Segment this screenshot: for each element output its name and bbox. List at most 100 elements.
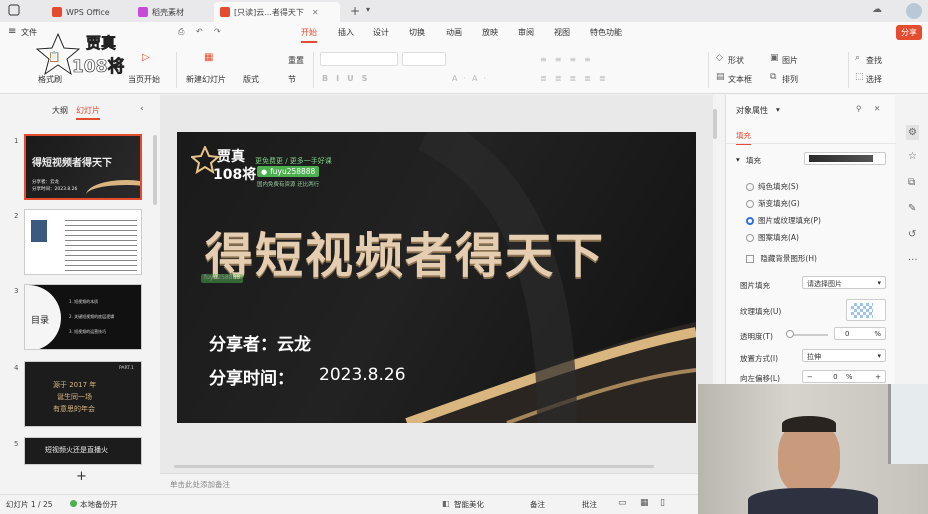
picture-button[interactable]: 图片 bbox=[782, 55, 798, 66]
save-icon[interactable]: ⎙ bbox=[178, 27, 184, 37]
slide-thumbnail-4[interactable]: PART.1 源于 2017 年 诞生同一场 有意思的年会 bbox=[24, 361, 142, 427]
menu-design[interactable]: 设计 bbox=[373, 27, 389, 38]
sorter-view-icon[interactable]: ▦ bbox=[640, 498, 649, 508]
copy-icon[interactable]: ⧉ bbox=[908, 177, 915, 188]
history-icon[interactable]: ↺ bbox=[908, 229, 916, 240]
ribbon-divider bbox=[848, 52, 849, 88]
placement-select[interactable]: 拉伸 ▾ bbox=[802, 349, 886, 362]
tab-slides[interactable]: 幻灯片 bbox=[76, 105, 100, 120]
menu-special[interactable]: 特色功能 bbox=[590, 27, 622, 38]
more-icon[interactable]: ··· bbox=[908, 255, 918, 266]
tab-document[interactable]: [只读]云...者得天下 ✕ bbox=[214, 2, 340, 22]
new-slide-button[interactable]: 新建幻灯片 bbox=[186, 74, 226, 85]
menu-file[interactable]: 文件 bbox=[21, 27, 37, 38]
textbox-button[interactable]: 文本框 bbox=[728, 74, 752, 85]
slide-thumbnail-5[interactable]: 短视频火还是直播火 bbox=[24, 437, 142, 465]
radio-icon bbox=[746, 234, 754, 242]
wechat-icon: ● bbox=[261, 167, 268, 176]
menu-slideshow[interactable]: 放映 bbox=[482, 27, 498, 38]
ribbon-divider bbox=[313, 52, 314, 88]
reset-button[interactable]: 重置 bbox=[288, 55, 304, 66]
fill-section-chevron-icon[interactable]: ▾ bbox=[736, 155, 740, 164]
plus-icon[interactable]: + bbox=[875, 373, 881, 381]
texture-swatch[interactable] bbox=[846, 299, 886, 321]
fill-option-pattern[interactable]: 图案填充(A) bbox=[746, 232, 799, 243]
beautify-button[interactable]: 智能美化 bbox=[454, 499, 484, 510]
fill-preview-select[interactable] bbox=[804, 152, 886, 165]
arrange-icon[interactable]: ⧉ bbox=[770, 72, 776, 82]
picture-fill-select[interactable]: 请选择图片 ▾ bbox=[802, 276, 886, 289]
new-slide-icon[interactable]: ▦ bbox=[204, 52, 213, 63]
add-slide-button[interactable]: + bbox=[76, 469, 87, 484]
slider-handle-icon[interactable] bbox=[786, 330, 794, 338]
menu-insert[interactable]: 插入 bbox=[338, 27, 354, 38]
horizontal-scrollbar[interactable] bbox=[174, 465, 654, 468]
close-icon[interactable]: ✕ bbox=[874, 104, 880, 113]
new-tab-icon[interactable]: + bbox=[350, 4, 360, 18]
star-icon[interactable]: ☆ bbox=[908, 151, 917, 162]
minus-icon[interactable]: − bbox=[807, 373, 813, 381]
tab-dropdown-icon[interactable]: ▾ bbox=[366, 5, 370, 14]
play-from-current-button[interactable]: 当页开始 bbox=[128, 74, 160, 85]
shape-icon[interactable]: ◇ bbox=[716, 53, 723, 63]
home-icon[interactable] bbox=[8, 4, 20, 16]
menu-view[interactable]: 视图 bbox=[554, 27, 570, 38]
slide-thumbnail-1[interactable]: 得短视频者得天下 分享者：云龙 分享时间：2023.8.26 bbox=[24, 134, 142, 200]
menu-home[interactable]: 开始 bbox=[301, 27, 317, 43]
pin-icon[interactable]: ⚲ bbox=[856, 104, 862, 113]
font-family-box[interactable] bbox=[320, 52, 398, 66]
slide-number: 4 bbox=[14, 364, 19, 372]
collapse-panel-icon[interactable]: ‹ bbox=[140, 104, 144, 114]
shape-button[interactable]: 形状 bbox=[728, 55, 744, 66]
layout-button[interactable]: 版式 bbox=[243, 74, 259, 85]
find-icon[interactable]: ⌕ bbox=[855, 53, 860, 63]
arrange-button[interactable]: 排列 bbox=[782, 74, 798, 85]
slide-thumbnail-2[interactable] bbox=[24, 209, 142, 275]
current-slide[interactable]: 贾真 108将 更免费更 / 更多一手好课 ● fuyu258888 国内免费有… bbox=[177, 132, 696, 423]
share-button[interactable]: 分享 bbox=[896, 25, 922, 40]
hamburger-icon[interactable]: ≡ bbox=[8, 26, 16, 37]
notes-area[interactable]: 单击此处添加备注 bbox=[160, 473, 713, 495]
fill-option-solid[interactable]: 纯色填充(S) bbox=[746, 181, 799, 192]
reading-view-icon[interactable]: ▯ bbox=[660, 498, 665, 508]
normal-view-icon[interactable]: ▭ bbox=[618, 498, 627, 508]
cloud-icon[interactable]: ☁ bbox=[872, 4, 882, 15]
backup-status[interactable]: 本地备份开 bbox=[80, 499, 118, 510]
fill-option-picture[interactable]: 图片或纹理填充(P) bbox=[746, 215, 821, 226]
font-size-box[interactable] bbox=[402, 52, 446, 66]
select-icon[interactable]: ⬚ bbox=[855, 72, 864, 82]
slide-sharer: 分享者：云龙 bbox=[209, 335, 311, 355]
undo-icon[interactable]: ↶ bbox=[196, 27, 203, 36]
fill-preview-swatch bbox=[809, 155, 873, 162]
title-dropdown-icon[interactable]: ▾ bbox=[776, 105, 780, 114]
select-button[interactable]: 选择 bbox=[866, 74, 882, 85]
shape-edit-icon[interactable]: ✎ bbox=[908, 203, 916, 214]
avatar[interactable] bbox=[906, 3, 922, 19]
redo-icon[interactable]: ↷ bbox=[214, 27, 221, 36]
transparency-input[interactable]: 0 % bbox=[834, 327, 886, 340]
menu-transition[interactable]: 切换 bbox=[409, 27, 425, 38]
play-icon[interactable]: ▷ bbox=[142, 52, 150, 63]
notes-button[interactable]: 备注 bbox=[530, 499, 545, 510]
menu-animation[interactable]: 动画 bbox=[446, 27, 462, 38]
picture-icon[interactable]: ▣ bbox=[770, 53, 779, 63]
transparency-slider[interactable] bbox=[788, 334, 828, 336]
panel-scrollbar[interactable] bbox=[153, 135, 157, 205]
tab-wps-office[interactable]: WPS Office bbox=[46, 2, 130, 22]
menu-review[interactable]: 审阅 bbox=[518, 27, 534, 38]
canvas-scrollbar[interactable] bbox=[713, 109, 717, 139]
font-format-icons: BIUS bbox=[322, 74, 376, 83]
tab-outline[interactable]: 大纲 bbox=[52, 105, 68, 116]
hide-background-checkbox[interactable]: 隐藏背景图形(H) bbox=[746, 253, 817, 264]
tab-shell-materials[interactable]: 稻壳素材 bbox=[132, 2, 212, 22]
tab-close-icon[interactable]: ✕ bbox=[312, 8, 319, 17]
offset-left-stepper[interactable]: − 0 % + bbox=[802, 370, 886, 383]
fill-option-gradient[interactable]: 渐变填充(G) bbox=[746, 198, 800, 209]
slide-thumbnail-3[interactable]: 目录 1. 短视频的本质 2. 关键短视频的底层逻辑 3. 短视频的运营技巧 bbox=[24, 284, 142, 350]
find-button[interactable]: 查找 bbox=[866, 55, 882, 66]
textbox-icon[interactable]: ▤ bbox=[716, 72, 725, 82]
beautify-icon[interactable]: ◧ bbox=[442, 499, 450, 508]
section-button[interactable]: 节 bbox=[288, 74, 296, 85]
comment-button[interactable]: 批注 bbox=[582, 499, 597, 510]
properties-icon[interactable]: ⚙ bbox=[906, 125, 919, 140]
